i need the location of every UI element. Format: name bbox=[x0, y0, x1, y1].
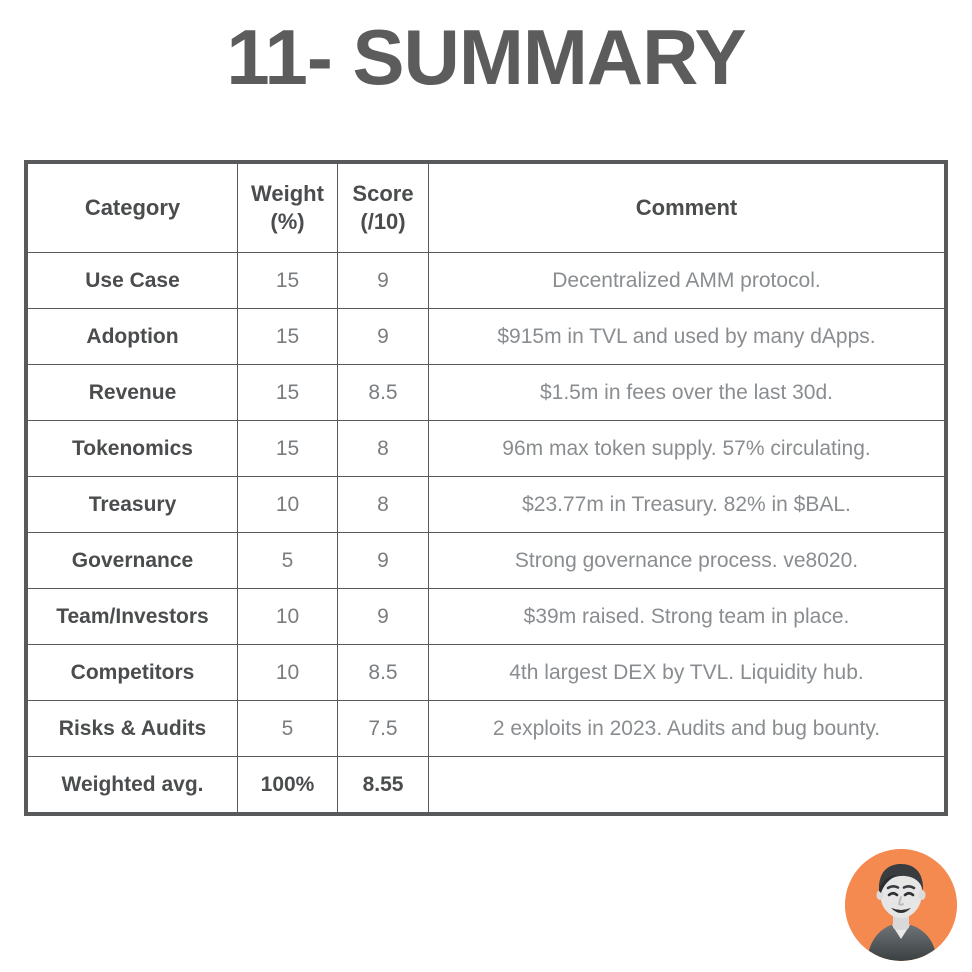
column-header-weight: Weight (%) bbox=[237, 163, 338, 253]
cell-weight: 15 bbox=[237, 252, 338, 309]
cell-score: 8.5 bbox=[337, 364, 429, 421]
table-row: Use Case 15 9 Decentralized AMM protocol. bbox=[27, 252, 945, 309]
cell-weight: 5 bbox=[237, 532, 338, 589]
cell-category: Revenue bbox=[27, 364, 238, 421]
cell-comment: 2 exploits in 2023. Audits and bug bount… bbox=[428, 700, 945, 757]
cell-score: 9 bbox=[337, 532, 429, 589]
column-header-category: Category bbox=[27, 163, 238, 253]
cell-category: Tokenomics bbox=[27, 420, 238, 477]
cell-comment: $915m in TVL and used by many dApps. bbox=[428, 308, 945, 365]
cell-category: Competitors bbox=[27, 644, 238, 701]
cell-weight: 15 bbox=[237, 308, 338, 365]
cell-category: Use Case bbox=[27, 252, 238, 309]
table-row: Adoption 15 9 $915m in TVL and used by many… bbox=[27, 308, 945, 365]
table-row: Tokenomics 15 8 96m max token supply. 57% c… bbox=[27, 420, 945, 477]
cell-score: 8.5 bbox=[337, 644, 429, 701]
person-avatar-photo-icon bbox=[845, 849, 957, 961]
cell-comment: Strong governance process. ve8020. bbox=[428, 532, 945, 589]
cell-category: Adoption bbox=[27, 308, 238, 365]
table-row: Risks & Audits 5 7.5 2 exploits in 2023. Au… bbox=[27, 700, 945, 757]
column-header-weight-unit: (%) bbox=[270, 209, 305, 234]
cell-comment: Decentralized AMM protocol. bbox=[428, 252, 945, 309]
column-header-score-label: Score bbox=[352, 180, 414, 206]
cell-comment: $23.77m in Treasury. 82% in $BAL. bbox=[428, 476, 945, 533]
cell-category: Treasury bbox=[27, 476, 238, 533]
table-row: Team/Investors 10 9 $39m raised. Strong tea… bbox=[27, 588, 945, 645]
avatar bbox=[845, 849, 957, 961]
cell-weight: 10 bbox=[237, 476, 338, 533]
column-header-comment-label: Comment bbox=[635, 194, 738, 220]
table-header: Category Weight (%) Score (/10) Comment bbox=[27, 163, 945, 253]
cell-comment: $1.5m in fees over the last 30d. bbox=[428, 364, 945, 421]
cell-comment: $39m raised. Strong team in place. bbox=[428, 588, 945, 645]
cell-comment: 4th largest DEX by TVL. Liquidity hub. bbox=[428, 644, 945, 701]
cell-category: Risks & Audits bbox=[27, 700, 238, 757]
summary-table: Category Weight (%) Score (/10) Comment … bbox=[27, 163, 945, 813]
cell-score: 8 bbox=[337, 476, 429, 533]
cell-weight: 10 bbox=[237, 644, 338, 701]
cell-comment bbox=[428, 756, 945, 813]
cell-weight: 15 bbox=[237, 364, 338, 421]
table-body: Use Case 15 9 Decentralized AMM protocol. Ad… bbox=[27, 252, 945, 813]
cell-score: 9 bbox=[337, 308, 429, 365]
cell-score: 8.55 bbox=[337, 756, 429, 813]
cell-comment: 96m max token supply. 57% circulating. bbox=[428, 420, 945, 477]
column-header-comment: Comment bbox=[428, 163, 945, 253]
cell-category: Governance bbox=[27, 532, 238, 589]
cell-weight: 100% bbox=[237, 756, 338, 813]
column-header-category-label: Category bbox=[84, 194, 181, 220]
table-header-row: Category Weight (%) Score (/10) Comment bbox=[27, 163, 945, 253]
page-title: 11- SUMMARY bbox=[226, 13, 746, 101]
table-row: Competitors 10 8.5 4th largest DEX by TVL. … bbox=[27, 644, 945, 701]
cell-score: 8 bbox=[337, 420, 429, 477]
cell-score: 9 bbox=[337, 252, 429, 309]
table-row: Governance 5 9 Strong governance process. v… bbox=[27, 532, 945, 589]
cell-weight: 5 bbox=[237, 700, 338, 757]
table-row: Weighted avg. 100% 8.55 bbox=[27, 756, 945, 813]
summary-table-container: Category Weight (%) Score (/10) Comment … bbox=[24, 160, 948, 816]
table-row: Treasury 10 8 $23.77m in Treasury. 82% in $… bbox=[27, 476, 945, 533]
column-header-weight-label: Weight bbox=[251, 180, 324, 206]
cell-weight: 10 bbox=[237, 588, 338, 645]
column-header-score: Score (/10) bbox=[337, 163, 429, 253]
cell-weight: 15 bbox=[237, 420, 338, 477]
summary-slide: 11- SUMMARY Category Weight (%) Score (/… bbox=[0, 0, 972, 972]
cell-score: 9 bbox=[337, 588, 429, 645]
cell-category: Team/Investors bbox=[27, 588, 238, 645]
table-row: Revenue 15 8.5 $1.5m in fees over the last … bbox=[27, 364, 945, 421]
cell-score: 7.5 bbox=[337, 700, 429, 757]
cell-category: Weighted avg. bbox=[27, 756, 238, 813]
column-header-score-unit: (/10) bbox=[360, 209, 406, 234]
